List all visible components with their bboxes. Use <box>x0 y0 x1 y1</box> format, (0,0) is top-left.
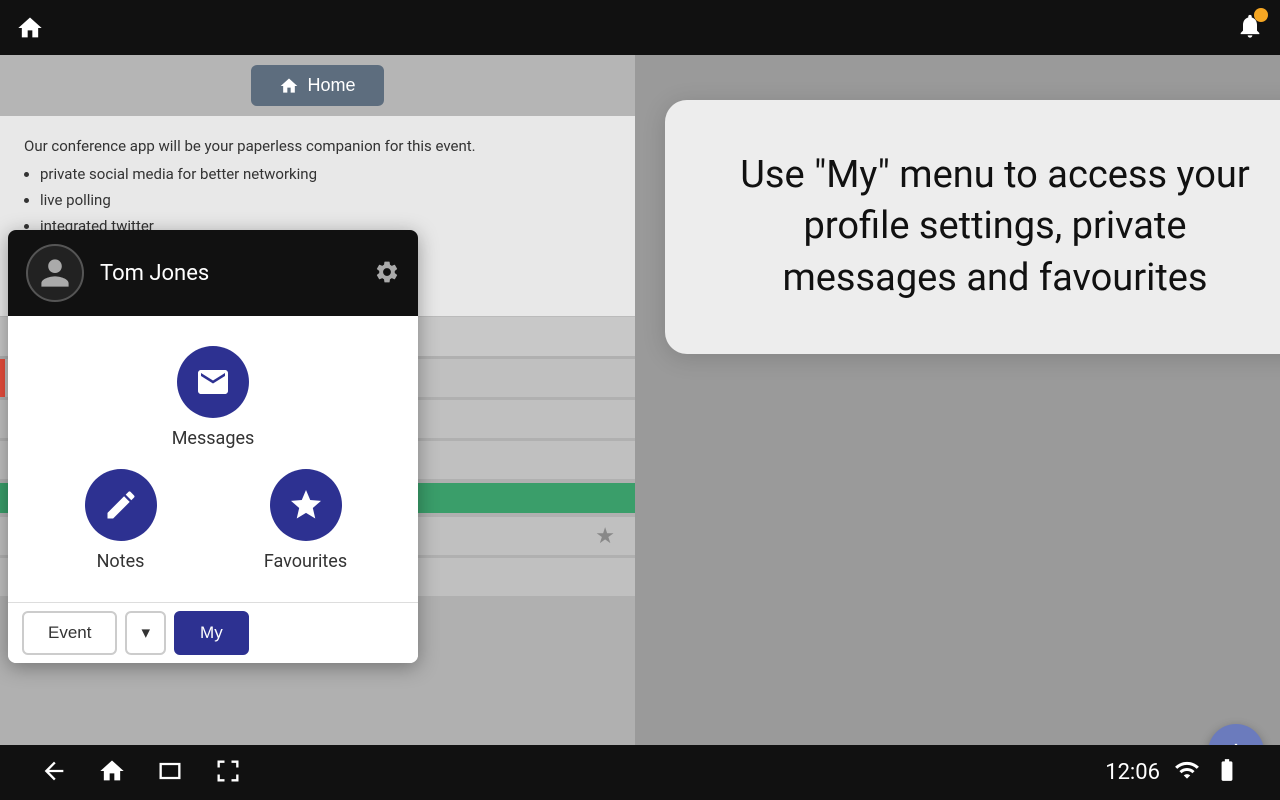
main-content: Home Our conference app will be your pap… <box>0 55 1280 800</box>
my-tab[interactable]: My <box>174 611 249 655</box>
favourites-icon-circle <box>270 469 342 541</box>
bullet-1: private social media for better networki… <box>40 162 611 186</box>
home-button-label: Home <box>307 75 355 96</box>
battery-icon <box>1214 757 1240 789</box>
home-button[interactable]: Home <box>251 65 383 106</box>
settings-button[interactable] <box>374 259 400 288</box>
tooltip-text: Use "My" menu to access your profile set… <box>740 153 1249 300</box>
messages-icon-circle <box>177 346 249 418</box>
home-bar: Home <box>0 55 635 116</box>
favourites-label: Favourites <box>264 551 347 572</box>
favourites-menu-item[interactable]: Favourites <box>213 469 398 572</box>
event-tab[interactable]: Event <box>22 611 117 655</box>
notification-icon-wrap[interactable] <box>1236 12 1264 44</box>
messages-menu-item[interactable]: Messages <box>28 346 398 449</box>
tab-bar: Event ▾ My <box>8 602 418 663</box>
home-sys-icon[interactable] <box>98 757 126 789</box>
notes-icon-circle <box>85 469 157 541</box>
messages-label: Messages <box>172 428 255 449</box>
screenshot-icon[interactable] <box>214 757 242 789</box>
left-panel: Home Our conference app will be your pap… <box>0 55 635 800</box>
star-icon: ★ <box>595 524 615 549</box>
bullet-2: live polling <box>40 188 611 212</box>
avatar <box>26 244 84 302</box>
user-name: Tom Jones <box>100 261 358 286</box>
sys-right: 12:06 <box>1105 757 1240 789</box>
back-icon[interactable] <box>40 757 68 789</box>
bell-icon <box>1236 25 1264 44</box>
top-bar <box>0 0 1280 55</box>
user-header: Tom Jones <box>8 230 418 316</box>
tooltip-bubble: Use "My" menu to access your profile set… <box>665 100 1280 354</box>
dropdown-button[interactable]: ▾ <box>125 611 166 655</box>
info-intro: Our conference app will be your paperles… <box>24 134 611 158</box>
right-panel: Use "My" menu to access your profile set… <box>635 55 1280 800</box>
user-menu: Tom Jones Messages <box>8 230 418 663</box>
notes-menu-item[interactable]: Notes <box>28 469 213 572</box>
notes-label: Notes <box>97 551 145 572</box>
menu-icons-grid: Messages Notes Favourites <box>8 316 418 602</box>
top-home-icon[interactable] <box>16 14 44 42</box>
notification-badge <box>1254 8 1268 22</box>
recents-icon[interactable] <box>156 757 184 789</box>
system-time: 12:06 <box>1105 760 1160 785</box>
wifi-icon <box>1174 757 1200 789</box>
system-bar: 12:06 <box>0 745 1280 800</box>
